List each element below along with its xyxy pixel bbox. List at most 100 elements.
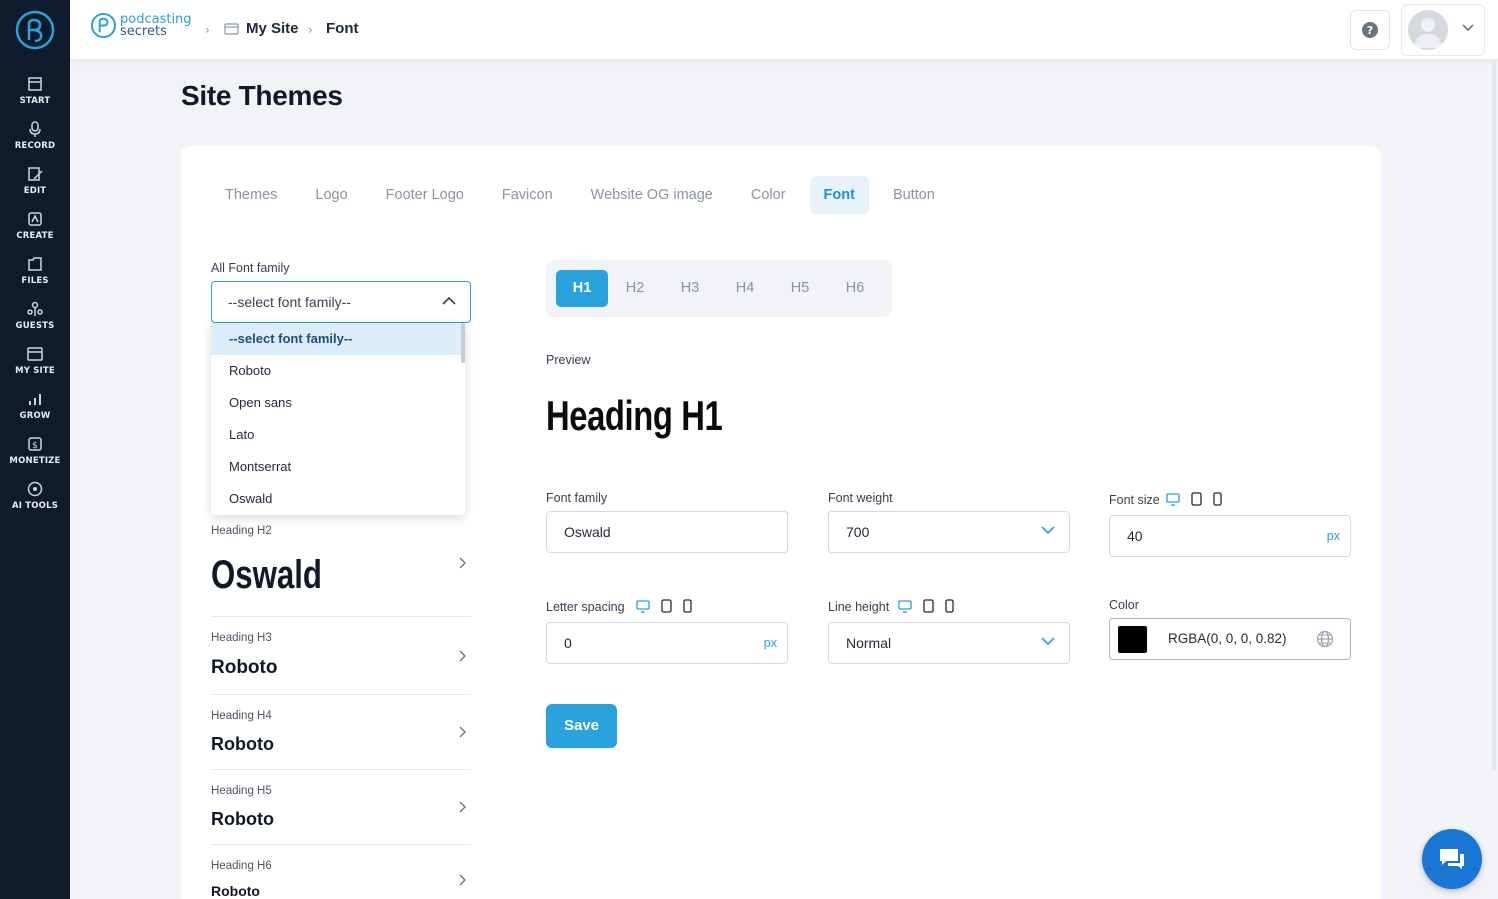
font-family-dropdown: --select font family-- Roboto Open sans …	[211, 323, 465, 515]
start-icon	[28, 77, 42, 91]
dropdown-scrollbar[interactable]	[461, 323, 465, 363]
chat-button[interactable]	[1422, 829, 1482, 889]
tab-h5[interactable]: H5	[774, 270, 826, 307]
font-weight-select[interactable]: 700	[828, 511, 1070, 553]
color-picker-field[interactable]: RGBA(0, 0, 0, 0.82)	[1109, 618, 1351, 660]
desktop-icon[interactable]	[636, 599, 650, 613]
tab-footer-logo[interactable]: Footer Logo	[372, 176, 478, 214]
tab-logo[interactable]: Logo	[301, 176, 361, 214]
line-height-value: Normal	[846, 635, 892, 651]
desktop-icon[interactable]	[898, 599, 912, 613]
font-family-value: Oswald	[564, 524, 611, 540]
tab-h4[interactable]: H4	[719, 270, 771, 307]
color-swatch[interactable]	[1118, 626, 1147, 653]
desktop-icon[interactable]	[1166, 492, 1180, 506]
sidebar-item-edit[interactable]: EDIT	[0, 165, 70, 209]
tab-themes[interactable]: Themes	[211, 176, 291, 214]
font-size-value: 40	[1127, 528, 1143, 544]
dropdown-option[interactable]: Roboto	[211, 355, 465, 387]
tab-h6[interactable]: H6	[829, 270, 881, 307]
folder-icon	[224, 23, 239, 35]
heading-row-h6[interactable]: Heading H6 Roboto	[211, 845, 471, 899]
tablet-icon[interactable]	[661, 599, 672, 613]
font-size-unit: px	[1326, 529, 1340, 543]
user-menu-button[interactable]	[1401, 4, 1485, 56]
dropdown-option[interactable]: Oswald	[211, 483, 465, 515]
heading-row-h5[interactable]: Heading H5 Roboto	[211, 770, 471, 845]
brand-logo[interactable]: podcasting secrets	[90, 12, 192, 39]
letter-spacing-value: 0	[564, 635, 572, 651]
letter-spacing-label: Letter spacing	[546, 600, 625, 614]
help-button[interactable]: ?	[1350, 10, 1390, 50]
chevron-down-icon	[1041, 637, 1055, 646]
chevron-right-icon	[459, 874, 466, 886]
mobile-icon[interactable]	[683, 599, 692, 613]
breadcrumb-separator-icon: ›	[308, 23, 313, 37]
chevron-right-icon	[459, 726, 466, 738]
sidebar-item-start[interactable]: START	[0, 75, 70, 119]
sidebar-item-label: EDIT	[23, 186, 47, 196]
brand-mark-icon	[90, 12, 117, 39]
color-value: RGBA(0, 0, 0, 0.82)	[1168, 631, 1287, 646]
heading-row-label: Heading H5	[211, 785, 272, 797]
tab-h2[interactable]: H2	[609, 270, 661, 307]
sidebar-item-label: GROW	[19, 411, 51, 421]
sidebar-item-monetize[interactable]: $ MONETIZE	[0, 435, 70, 479]
app-logo-icon[interactable]	[15, 10, 55, 50]
tab-color[interactable]: Color	[737, 176, 800, 214]
all-font-family-select[interactable]: --select font family--	[211, 281, 471, 323]
tab-font[interactable]: Font	[809, 176, 869, 214]
breadcrumb-separator-icon: ›	[205, 23, 210, 37]
tab-website-og-image[interactable]: Website OG image	[577, 176, 727, 214]
font-weight-value: 700	[846, 524, 870, 540]
heading-level-tabs: H1 H2 H3 H4 H5 H6	[546, 260, 892, 317]
question-icon: ?	[1362, 22, 1378, 38]
save-button[interactable]: Save	[546, 704, 617, 748]
heading-row-h2[interactable]: Heading H2 Oswald	[211, 518, 471, 617]
sidebar-item-guests[interactable]: GUESTS	[0, 300, 70, 344]
heading-row-h3[interactable]: Heading H3 Roboto	[211, 617, 471, 695]
dropdown-option[interactable]: Montserrat	[211, 451, 465, 483]
sidebar-item-label: RECORD	[14, 141, 56, 151]
line-height-label: Line height	[828, 600, 890, 614]
all-font-family-label: All Font family	[211, 261, 290, 275]
font-family-field[interactable]: Oswald	[546, 511, 788, 553]
tab-button[interactable]: Button	[879, 176, 949, 214]
chat-icon	[1440, 849, 1464, 869]
line-height-select[interactable]: Normal	[828, 622, 1070, 664]
heading-row-label: Heading H6	[211, 860, 272, 872]
mobile-icon[interactable]	[1213, 492, 1222, 506]
tablet-icon[interactable]	[923, 599, 934, 613]
svg-text:$: $	[32, 441, 38, 451]
tab-favicon[interactable]: Favicon	[488, 176, 567, 214]
select-value: --select font family--	[228, 294, 351, 310]
letter-spacing-input[interactable]: 0 px	[546, 622, 788, 664]
sidebar-item-record[interactable]: RECORD	[0, 120, 70, 164]
globe-icon[interactable]	[1316, 630, 1334, 648]
chevron-down-icon	[1462, 24, 1474, 32]
chevron-right-icon	[459, 801, 466, 813]
font-size-input[interactable]: 40 px	[1109, 515, 1351, 557]
dropdown-option[interactable]: --select font family--	[211, 323, 465, 355]
letter-spacing-unit: px	[763, 636, 777, 650]
sidebar-item-ai-tools[interactable]: AI TOOLS	[0, 480, 70, 524]
font-family-label: Font family	[546, 491, 608, 505]
sidebar-item-my-site[interactable]: MY SITE	[0, 345, 70, 389]
sidebar-item-label: START	[19, 96, 51, 106]
tab-h3[interactable]: H3	[664, 270, 716, 307]
tablet-icon[interactable]	[1191, 492, 1202, 506]
sidebar-item-files[interactable]: FILES	[0, 255, 70, 299]
dropdown-option[interactable]: Lato	[211, 419, 465, 451]
sidebar-item-create[interactable]: CREATE	[0, 210, 70, 254]
heading-row-h4[interactable]: Heading H4 Roboto	[211, 695, 471, 770]
letter-spacing-device-toggle	[625, 599, 692, 613]
dropdown-option[interactable]: Open sans	[211, 387, 465, 419]
sidebar-item-grow[interactable]: GROW	[0, 390, 70, 434]
breadcrumb-my-site[interactable]: My Site	[246, 20, 299, 37]
heading-row-label: Heading H3	[211, 632, 272, 644]
heading-row-value: Roboto	[211, 734, 274, 754]
tab-h1[interactable]: H1	[556, 270, 608, 307]
mobile-icon[interactable]	[945, 599, 954, 613]
font-weight-label: Font weight	[828, 491, 893, 505]
page-scrollbar[interactable]	[1492, 60, 1496, 770]
